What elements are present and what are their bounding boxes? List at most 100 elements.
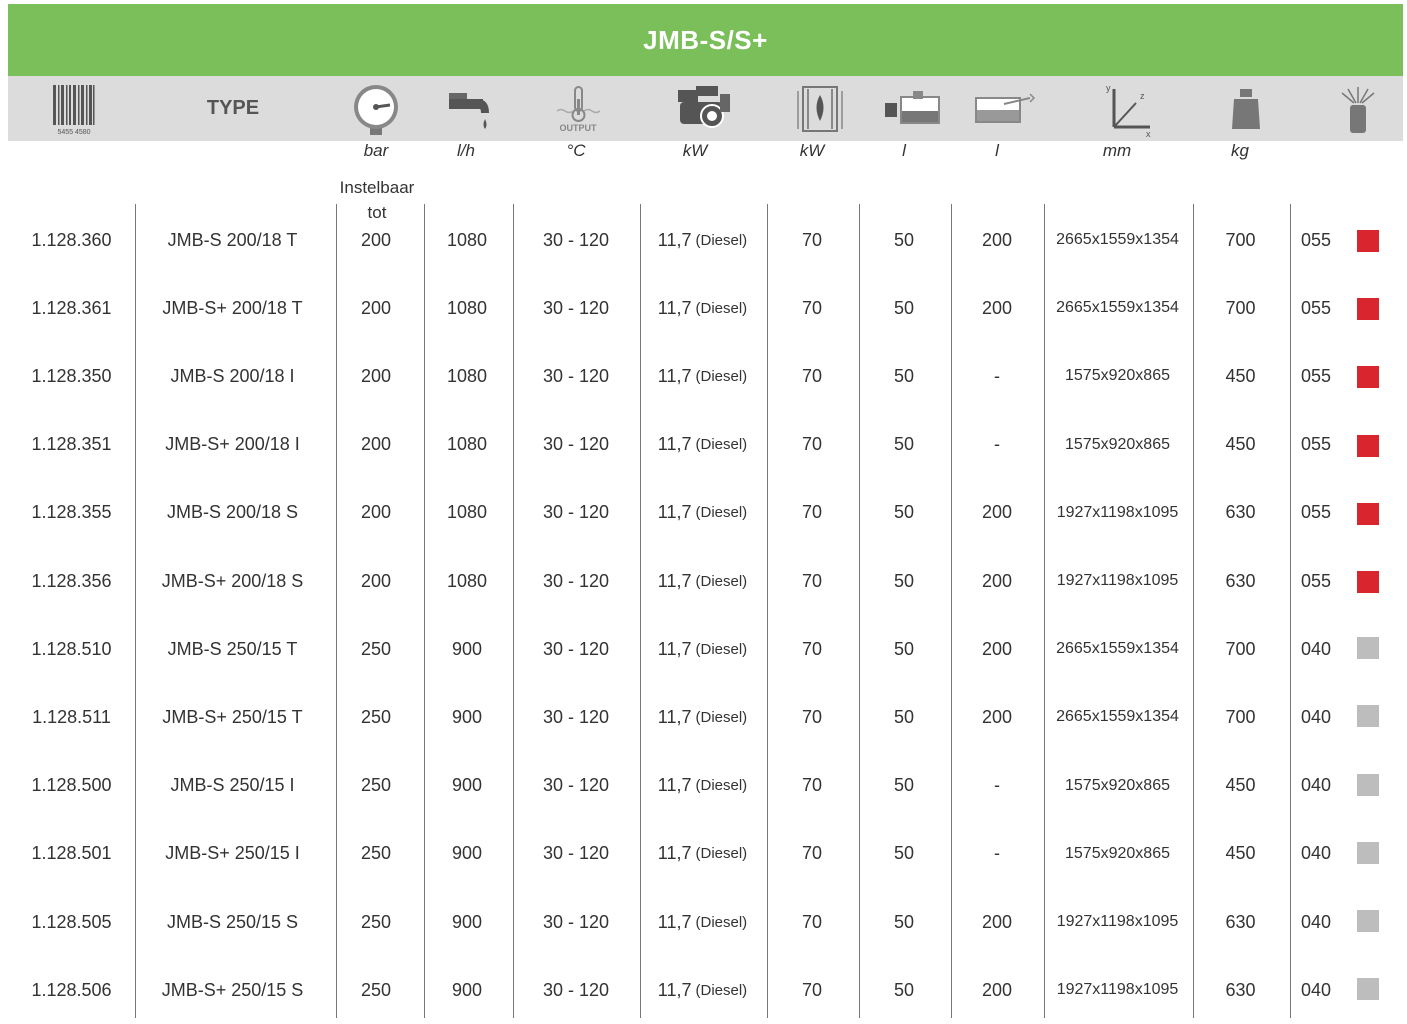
cell-dims-value: 2665x1559x1354 [1056,640,1179,658]
cell-dims-value: 2665x1559x1354 [1056,708,1179,726]
cell-bar-value: 250 [360,979,392,1000]
cell-bar: 250 [336,752,416,820]
engine-icon [670,76,740,141]
cell-type-value: JMB-S+ 200/18 S [161,570,304,591]
cell-l1-value: 50 [893,706,915,727]
column-divider [951,204,952,1018]
cell-kw2-value: 70 [801,502,823,523]
cell-kg: 630 [1193,888,1288,956]
cell-flow-value: 1080 [446,229,488,250]
cell-kw: 11,7 (Diesel) [640,342,765,410]
cell-nozzle: 055 [1290,411,1342,479]
cell-kg-value: 700 [1225,706,1256,727]
unit-kw: kW [682,141,708,160]
cell-flow-value: 1080 [446,502,488,523]
cell-nozzle: 040 [1290,820,1342,888]
cell-flow: 900 [424,820,510,888]
cell-dims-value: 1575x920x865 [1065,367,1170,385]
cell-temp: 30 - 120 [513,888,639,956]
cell-temp-value: 30 - 120 [542,365,610,386]
cell-bar-value: 250 [360,843,392,864]
cell-code-value: 1.128.350 [31,365,112,386]
cell-nozzle: 040 [1290,888,1342,956]
cell-l1: 50 [859,820,949,888]
cell-l2: 200 [951,615,1043,683]
cell-l2-value: - [994,434,1000,455]
cell-flow: 1080 [424,274,510,342]
cell-type-value: JMB-S+ 200/18 I [165,434,300,455]
cell-kw-value: 11,7 [657,229,692,250]
burner-icon [790,76,850,141]
table-row: 1.128.351 JMB-S+ 200/18 I 200 1080 30 - 120 1… [0,411,1407,479]
cell-temp-value: 30 - 120 [542,502,610,523]
cell-l1: 50 [859,479,949,547]
cell-temp: 30 - 120 [513,683,639,751]
cell-type-value: JMB-S 250/15 I [170,775,295,796]
cell-kw: 11,7 (Diesel) [640,547,765,615]
color-indicator [1357,230,1379,252]
cell-flow: 1080 [424,206,510,274]
cell-l1: 50 [859,342,949,410]
cell-type-value: JMB-S 200/18 I [170,365,295,386]
cell-kw2: 70 [767,411,857,479]
cell-bar-value: 250 [360,638,392,659]
cell-code-value: 1.128.356 [31,570,112,591]
color-indicator [1357,298,1379,321]
weight-icon [1218,76,1274,141]
cell-kw: 11,7 (Diesel) [640,206,765,274]
cell-bar: 200 [336,479,416,547]
cell-temp: 30 - 120 [513,206,639,274]
cell-flow-value: 1080 [446,365,488,386]
cell-l1: 50 [859,888,949,956]
cell-dims-value: 1927x1198x1095 [1056,913,1179,930]
cell-nozzle: 055 [1290,342,1342,410]
table-row: 1.128.506 JMB-S+ 250/15 S 250 900 30 - 120 11… [0,956,1407,1024]
cell-dims-value: 1575x920x865 [1065,435,1170,453]
cell-type: JMB-S 200/18 I [135,342,330,410]
cell-nozzle-value: 055 [1300,570,1332,591]
cell-dims: 2665x1559x1354 [1044,683,1191,751]
cell-kw2-value: 70 [801,638,823,659]
table-row: 1.128.350 JMB-S 200/18 I 200 1080 30 - 120 11… [0,342,1407,410]
svg-text:5455 4580: 5455 4580 [57,129,90,136]
cell-dims: 1927x1198x1095 [1044,547,1191,615]
cell-kw2: 70 [767,615,857,683]
svg-text:y: y [1106,83,1111,93]
icon-header-bar: 5455 4580 TYPE OUTPUT y z x [8,76,1403,141]
cell-kw2: 70 [767,683,857,751]
cell-nozzle-value: 055 [1300,229,1332,250]
fuel-label: (Diesel) [695,367,748,385]
cell-kw2-value: 70 [801,229,823,250]
cell-kg-value: 700 [1225,638,1256,659]
cell-nozzle-value: 055 [1300,434,1332,455]
cell-kg-value: 450 [1225,775,1256,796]
cell-nozzle-value: 055 [1300,365,1332,386]
pressure-gauge-icon [346,76,406,141]
cell-bar-value: 200 [360,434,392,455]
cell-code: 1.128.356 [0,547,143,615]
cell-dims-value: 1927x1198x1095 [1056,572,1179,589]
table-row: 1.128.360 JMB-S 200/18 T 200 1080 30 - 120 11… [0,206,1407,274]
cell-kw-value: 11,7 [657,638,692,659]
column-divider [1193,204,1194,1018]
type-label: TYPE [206,97,260,119]
water-tap-icon [441,76,501,141]
cell-code-value: 1.128.501 [31,843,112,864]
cell-dims-value: 1927x1198x1095 [1056,981,1179,999]
cell-kw2: 70 [767,206,857,274]
cell-kg-value: 630 [1225,979,1256,1000]
cell-l2: 200 [951,547,1043,615]
cell-type-value: JMB-S+ 250/15 S [161,979,304,1000]
cell-kw: 11,7 (Diesel) [640,752,765,820]
color-indicator [1357,571,1379,593]
cell-type: JMB-S+ 250/15 T [135,683,330,751]
cell-nozzle: 055 [1290,206,1342,274]
dimensions-icon: y z x [1093,76,1163,141]
cell-flow: 900 [424,683,510,751]
cell-dims: 1927x1198x1095 [1044,888,1191,956]
cell-kw-value: 11,7 [657,434,692,455]
cell-bar-value: 250 [360,911,392,932]
cell-kw: 11,7 (Diesel) [640,956,765,1024]
unit-flow: l/h [457,141,475,160]
cell-l1-value: 50 [893,979,915,1000]
